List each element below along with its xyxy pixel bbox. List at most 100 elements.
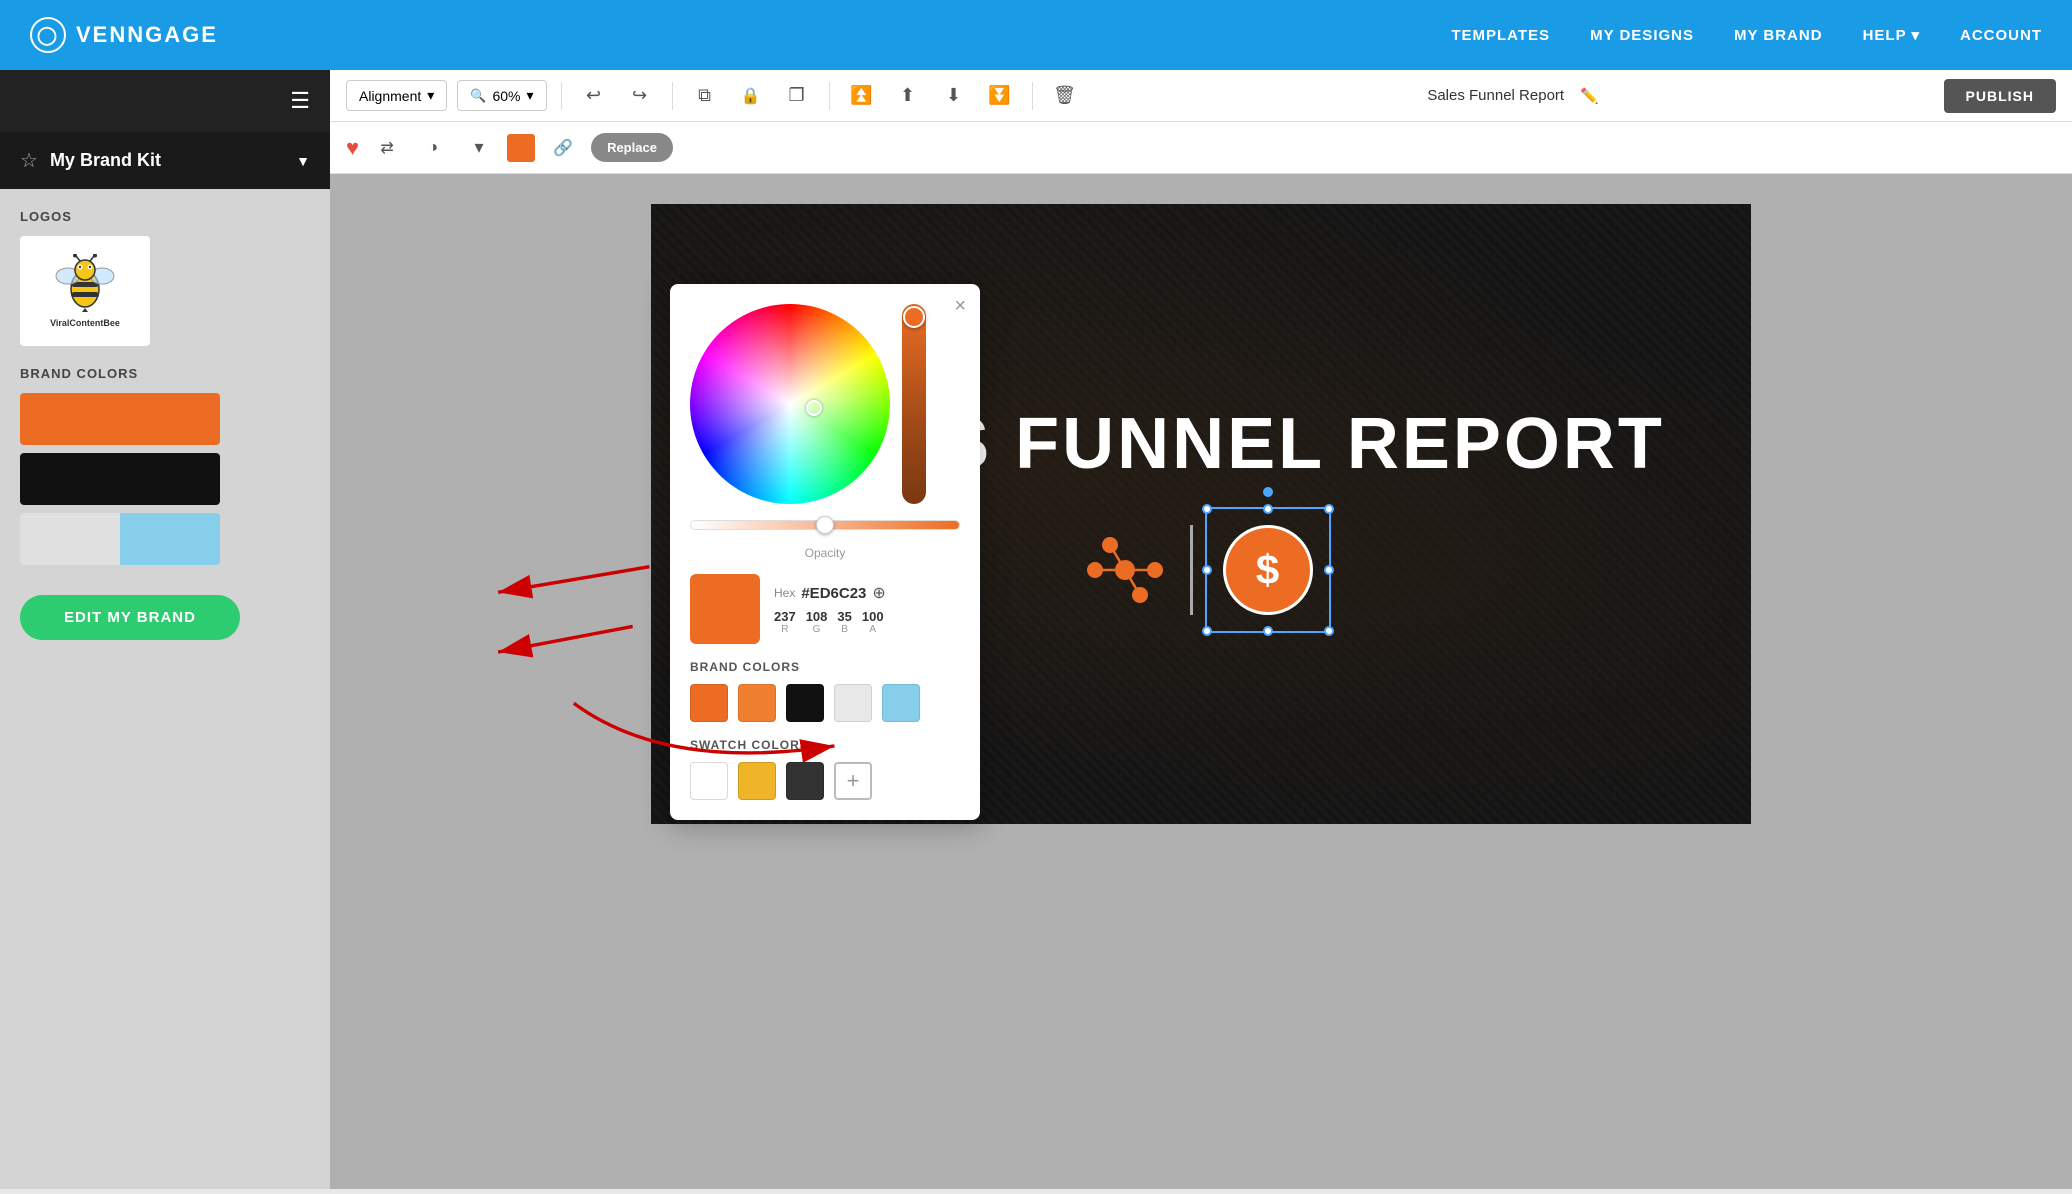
rgba-b-label: B	[841, 624, 848, 635]
handle-bottom-center[interactable]	[1263, 626, 1273, 636]
nav-links: TEMPLATES MY DESIGNS MY BRAND HELP ACCOU…	[1451, 26, 2042, 44]
undo-button[interactable]: ↩	[576, 78, 612, 114]
popup-close-button[interactable]: ×	[954, 296, 966, 316]
edit-icon[interactable]: ✏️	[1580, 87, 1599, 105]
handle-middle-right[interactable]	[1324, 565, 1334, 575]
move-bottom-button[interactable]: ⏬	[982, 78, 1018, 114]
handle-top-center[interactable]	[1263, 504, 1273, 514]
rgba-row: 237 R 108 G 35 B	[774, 609, 960, 635]
brand-color-gray[interactable]	[20, 513, 120, 565]
rgba-g-group: 108 G	[806, 609, 828, 635]
rgba-r-group: 237 R	[774, 609, 796, 635]
hamburger-menu[interactable]: ☰	[290, 88, 310, 114]
swatch-white[interactable]	[690, 762, 728, 800]
bee-svg-icon	[50, 254, 120, 314]
brand-kit-bar[interactable]: ☆ My Brand Kit ▼	[0, 132, 330, 189]
hex-value[interactable]: #ED6C23	[801, 585, 866, 602]
replace-button[interactable]: Replace	[591, 133, 673, 162]
edit-brand-button[interactable]: EDIT MY BRAND	[20, 595, 240, 640]
color-values: Hex #ED6C23 ⊕ 237 R 108 G	[774, 583, 960, 635]
alignment-chevron-icon: ▾	[427, 87, 434, 104]
color-preview-row: Hex #ED6C23 ⊕ 237 R 108 G	[690, 574, 960, 644]
rgba-b-value[interactable]: 35	[837, 609, 851, 624]
rgba-g-value[interactable]: 108	[806, 609, 828, 624]
popup-brand-color-4[interactable]	[834, 684, 872, 722]
hue-slider[interactable]	[902, 304, 926, 504]
separator-3	[829, 82, 830, 110]
opacity-thumb	[816, 516, 834, 534]
rgba-r-value[interactable]: 237	[774, 609, 796, 624]
nav-account[interactable]: ACCOUNT	[1960, 27, 2042, 44]
canvas-area: SALES FUNNEL REPORT	[330, 174, 2072, 1189]
logo-box: ViralContentBee	[20, 236, 150, 346]
handle-top-right[interactable]	[1324, 504, 1334, 514]
publish-button[interactable]: PUBLISH	[1944, 79, 2056, 113]
sidebar-content: LOGOS	[0, 189, 330, 1189]
handle-bottom-left[interactable]	[1202, 626, 1212, 636]
canvas-divider	[1190, 525, 1193, 615]
handle-rotate[interactable]	[1263, 487, 1273, 497]
delete-button[interactable]: 🗑	[1047, 78, 1083, 114]
nav-my-brand[interactable]: MY BRAND	[1734, 27, 1823, 44]
lock-button[interactable]: 🔒	[733, 78, 769, 114]
toolbar-top: Alignment ▾ 🔍 60% ▾ ↩ ↪ ⧉ 🔒 ❐ ⏫ ⬆ ⬇ ⏬ 🗑 …	[330, 70, 2072, 122]
zoom-dropdown[interactable]: 🔍 60% ▾	[457, 80, 546, 111]
opacity-row	[690, 520, 960, 530]
popup-brand-color-3[interactable]	[786, 684, 824, 722]
link-button[interactable]: 🔗	[545, 130, 581, 166]
contrast-button[interactable]: ◑	[415, 130, 451, 166]
zoom-label: 60%	[492, 88, 520, 104]
popup-brand-color-1[interactable]	[690, 684, 728, 722]
logo-icon: ◯	[30, 17, 66, 53]
sidebar-header: ☰	[0, 70, 330, 132]
color-swatch-button[interactable]	[507, 134, 535, 162]
move-top-button[interactable]: ⏫	[844, 78, 880, 114]
handle-bottom-right[interactable]	[1324, 626, 1334, 636]
brand-color-lightblue[interactable]	[120, 513, 220, 565]
opacity-slider[interactable]	[690, 520, 960, 530]
brand-colors-section-label: BRAND COLORS	[690, 660, 960, 674]
popup-brand-color-5[interactable]	[882, 684, 920, 722]
brand-colors-section: BRAND COLORS	[20, 366, 310, 565]
handle-middle-left[interactable]	[1202, 565, 1212, 575]
color-wheel[interactable]	[690, 304, 890, 504]
brand-color-orange[interactable]	[20, 393, 220, 445]
rgba-r-label: R	[781, 624, 788, 635]
popup-brand-color-2[interactable]	[738, 684, 776, 722]
nav-templates[interactable]: TEMPLATES	[1451, 27, 1550, 44]
hex-label: Hex	[774, 586, 795, 600]
brand-color-black[interactable]	[20, 453, 220, 505]
editor-area: Alignment ▾ 🔍 60% ▾ ↩ ↪ ⧉ 🔒 ❐ ⏫ ⬆ ⬇ ⏬ 🗑 …	[330, 70, 2072, 1189]
nav-help[interactable]: HELP	[1863, 26, 1920, 44]
color-wheel-container	[690, 304, 960, 504]
opacity-label: Opacity	[690, 546, 960, 560]
nav-my-designs[interactable]: MY DESIGNS	[1590, 27, 1694, 44]
swatch-add-button[interactable]: +	[834, 762, 872, 800]
move-up-button[interactable]: ⬆	[890, 78, 926, 114]
duplicate-button[interactable]: ❐	[779, 78, 815, 114]
alignment-dropdown[interactable]: Alignment ▾	[346, 80, 447, 111]
copy-style-button[interactable]: ⧉	[687, 78, 723, 114]
rgba-a-value[interactable]: 100	[862, 609, 884, 624]
handle-top-left[interactable]	[1202, 504, 1212, 514]
dollar-icon-container[interactable]: $	[1213, 515, 1323, 625]
brand-kit-chevron-icon: ▼	[296, 153, 310, 169]
main-layout: ☰ ☆ My Brand Kit ▼ LOGOS	[0, 70, 2072, 1189]
brand-color-row-3	[20, 513, 220, 565]
swatch-colors-section-label: SWATCH COLORS	[690, 738, 960, 752]
alignment-label: Alignment	[359, 88, 421, 104]
canvas-icons-row: $	[1080, 515, 1323, 625]
separator-4	[1032, 82, 1033, 110]
move-down-button[interactable]: ⬇	[936, 78, 972, 114]
eyedropper-button[interactable]: ⊕	[872, 583, 885, 603]
navigation: ◯ VENNGAGE TEMPLATES MY DESIGNS MY BRAND…	[0, 0, 2072, 70]
redo-button[interactable]: ↪	[622, 78, 658, 114]
swatch-yellow[interactable]	[738, 762, 776, 800]
favorite-button[interactable]: ♥	[346, 135, 359, 161]
transform-button[interactable]: ⇄	[369, 130, 405, 166]
logo[interactable]: ◯ VENNGAGE	[30, 17, 218, 53]
swatch-dark[interactable]	[786, 762, 824, 800]
swatch-colors-row: +	[690, 762, 960, 800]
brand-kit-star-icon: ☆	[20, 148, 38, 173]
contrast-chevron-icon[interactable]: ▾	[461, 130, 497, 166]
